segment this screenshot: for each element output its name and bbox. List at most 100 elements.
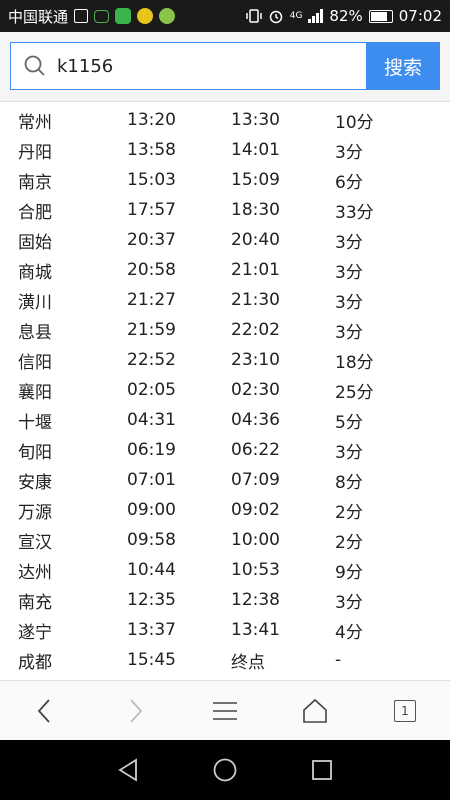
tabs-button[interactable]: 1 xyxy=(375,686,435,736)
arrival-time: 15:03 xyxy=(127,170,176,190)
departure-time: 23:10 xyxy=(231,350,280,370)
table-row: 合肥 17:57 18:30 33分 xyxy=(0,195,450,225)
arrival-time: 13:37 xyxy=(127,620,176,640)
back-button[interactable] xyxy=(15,686,75,736)
stop-duration: 18分 xyxy=(335,352,374,373)
arrival-time: 20:58 xyxy=(127,260,176,280)
app-notification-icon-3 xyxy=(159,8,176,24)
signal-icon xyxy=(308,9,324,23)
network-type-label: 4G xyxy=(289,10,303,21)
search-input[interactable]: k1156 xyxy=(10,42,366,90)
arrival-time: 15:45 xyxy=(127,650,176,670)
home-button[interactable] xyxy=(285,686,345,736)
table-row: 襄阳 02:05 02:30 25分 xyxy=(0,375,450,405)
departure-time: 09:02 xyxy=(231,500,280,520)
search-query: k1156 xyxy=(57,55,114,77)
stop-duration: - xyxy=(335,650,342,670)
station-name: 南充 xyxy=(18,592,52,613)
arrival-time: 20:37 xyxy=(127,230,176,250)
square-recents-icon xyxy=(311,760,332,780)
table-row: 商城 20:58 21:01 3分 xyxy=(0,255,450,285)
wechat-notification-icon xyxy=(94,9,110,23)
status-right: 4G 82% 07:02 xyxy=(245,7,442,25)
arrival-time: 12:35 xyxy=(127,590,176,610)
departure-time: 终点 xyxy=(231,652,265,673)
table-row: 安康 07:01 07:09 8分 xyxy=(0,465,450,495)
carrier-label: 中国联通 xyxy=(8,7,69,26)
station-name: 安康 xyxy=(18,472,52,493)
departure-time: 04:36 xyxy=(231,410,280,430)
departure-time: 07:09 xyxy=(231,470,280,490)
search-button[interactable]: 搜索 xyxy=(366,42,440,90)
arrival-time: 06:19 xyxy=(127,440,176,460)
departure-time: 18:30 xyxy=(231,200,280,220)
departure-time: 13:41 xyxy=(231,620,280,640)
home-icon xyxy=(303,698,327,723)
stop-duration: 3分 xyxy=(335,232,363,253)
menu-button[interactable] xyxy=(195,686,255,736)
vibrate-icon xyxy=(245,9,262,23)
stop-duration: 8分 xyxy=(335,472,363,493)
station-name: 信阳 xyxy=(18,352,52,373)
forward-button[interactable] xyxy=(105,686,165,736)
nav-recents-button[interactable] xyxy=(292,745,352,795)
station-name: 常州 xyxy=(18,112,52,133)
table-row: 万源 09:00 09:02 2分 xyxy=(0,495,450,525)
arrival-time: 07:01 xyxy=(127,470,176,490)
arrival-time: 09:00 xyxy=(127,500,176,520)
stop-duration: 3分 xyxy=(335,142,363,163)
stop-duration: 10分 xyxy=(335,112,374,133)
clock: 07:02 xyxy=(398,7,442,25)
station-name: 旬阳 xyxy=(18,442,52,463)
station-name: 遂宁 xyxy=(18,622,52,643)
forward-icon xyxy=(130,698,143,723)
station-name: 固始 xyxy=(18,232,52,253)
arrival-time: 02:05 xyxy=(127,380,176,400)
station-name: 商城 xyxy=(18,262,52,283)
stop-duration: 3分 xyxy=(335,592,363,613)
table-row: 宣汉 09:58 10:00 2分 xyxy=(0,525,450,555)
search-icon xyxy=(24,55,45,76)
image-notification-icon xyxy=(74,9,89,23)
table-row: 信阳 22:52 23:10 18分 xyxy=(0,345,450,375)
departure-time: 10:00 xyxy=(231,530,280,550)
table-row: 南京 15:03 15:09 6分 xyxy=(0,165,450,195)
status-left: 中国联通 xyxy=(8,6,246,27)
station-name: 丹阳 xyxy=(18,142,52,163)
departure-time: 21:01 xyxy=(231,260,280,280)
station-name: 合肥 xyxy=(18,202,52,223)
stop-duration: 2分 xyxy=(335,532,363,553)
departure-time: 12:38 xyxy=(231,590,280,610)
station-name: 息县 xyxy=(18,322,52,343)
battery-percent: 82% xyxy=(329,7,363,25)
stop-duration: 3分 xyxy=(335,322,363,343)
table-row: 遂宁 13:37 13:41 4分 xyxy=(0,615,450,645)
menu-icon xyxy=(213,701,237,720)
departure-time: 06:22 xyxy=(231,440,280,460)
train-schedule-table: 常州 13:20 13:30 10分 丹阳 13:58 14:01 3分 南京 … xyxy=(0,105,450,675)
departure-time: 20:40 xyxy=(231,230,280,250)
app-notification-icon-2 xyxy=(137,8,154,24)
table-row: 丹阳 13:58 14:01 3分 xyxy=(0,135,450,165)
table-row: 潢川 21:27 21:30 3分 xyxy=(0,285,450,315)
nav-home-button[interactable] xyxy=(195,745,255,795)
browser-toolbar: 1 xyxy=(0,680,450,740)
station-name: 襄阳 xyxy=(18,382,52,403)
stop-duration: 25分 xyxy=(335,382,374,403)
departure-time: 13:30 xyxy=(231,110,280,130)
table-row: 成都 15:45 终点 - xyxy=(0,645,450,675)
table-row: 达州 10:44 10:53 9分 xyxy=(0,555,450,585)
stop-duration: 5分 xyxy=(335,412,363,433)
arrival-time: 09:58 xyxy=(127,530,176,550)
nav-back-button[interactable] xyxy=(98,745,158,795)
departure-time: 10:53 xyxy=(231,560,280,580)
arrival-time: 21:27 xyxy=(127,290,176,310)
station-name: 潢川 xyxy=(18,292,52,313)
stop-duration: 2分 xyxy=(335,502,363,523)
battery-icon xyxy=(368,9,393,23)
search-header: k1156 搜索 xyxy=(0,32,450,102)
arrival-time: 10:44 xyxy=(127,560,176,580)
arrival-time: 04:31 xyxy=(127,410,176,430)
table-row: 南充 12:35 12:38 3分 xyxy=(0,585,450,615)
stop-duration: 3分 xyxy=(335,262,363,283)
